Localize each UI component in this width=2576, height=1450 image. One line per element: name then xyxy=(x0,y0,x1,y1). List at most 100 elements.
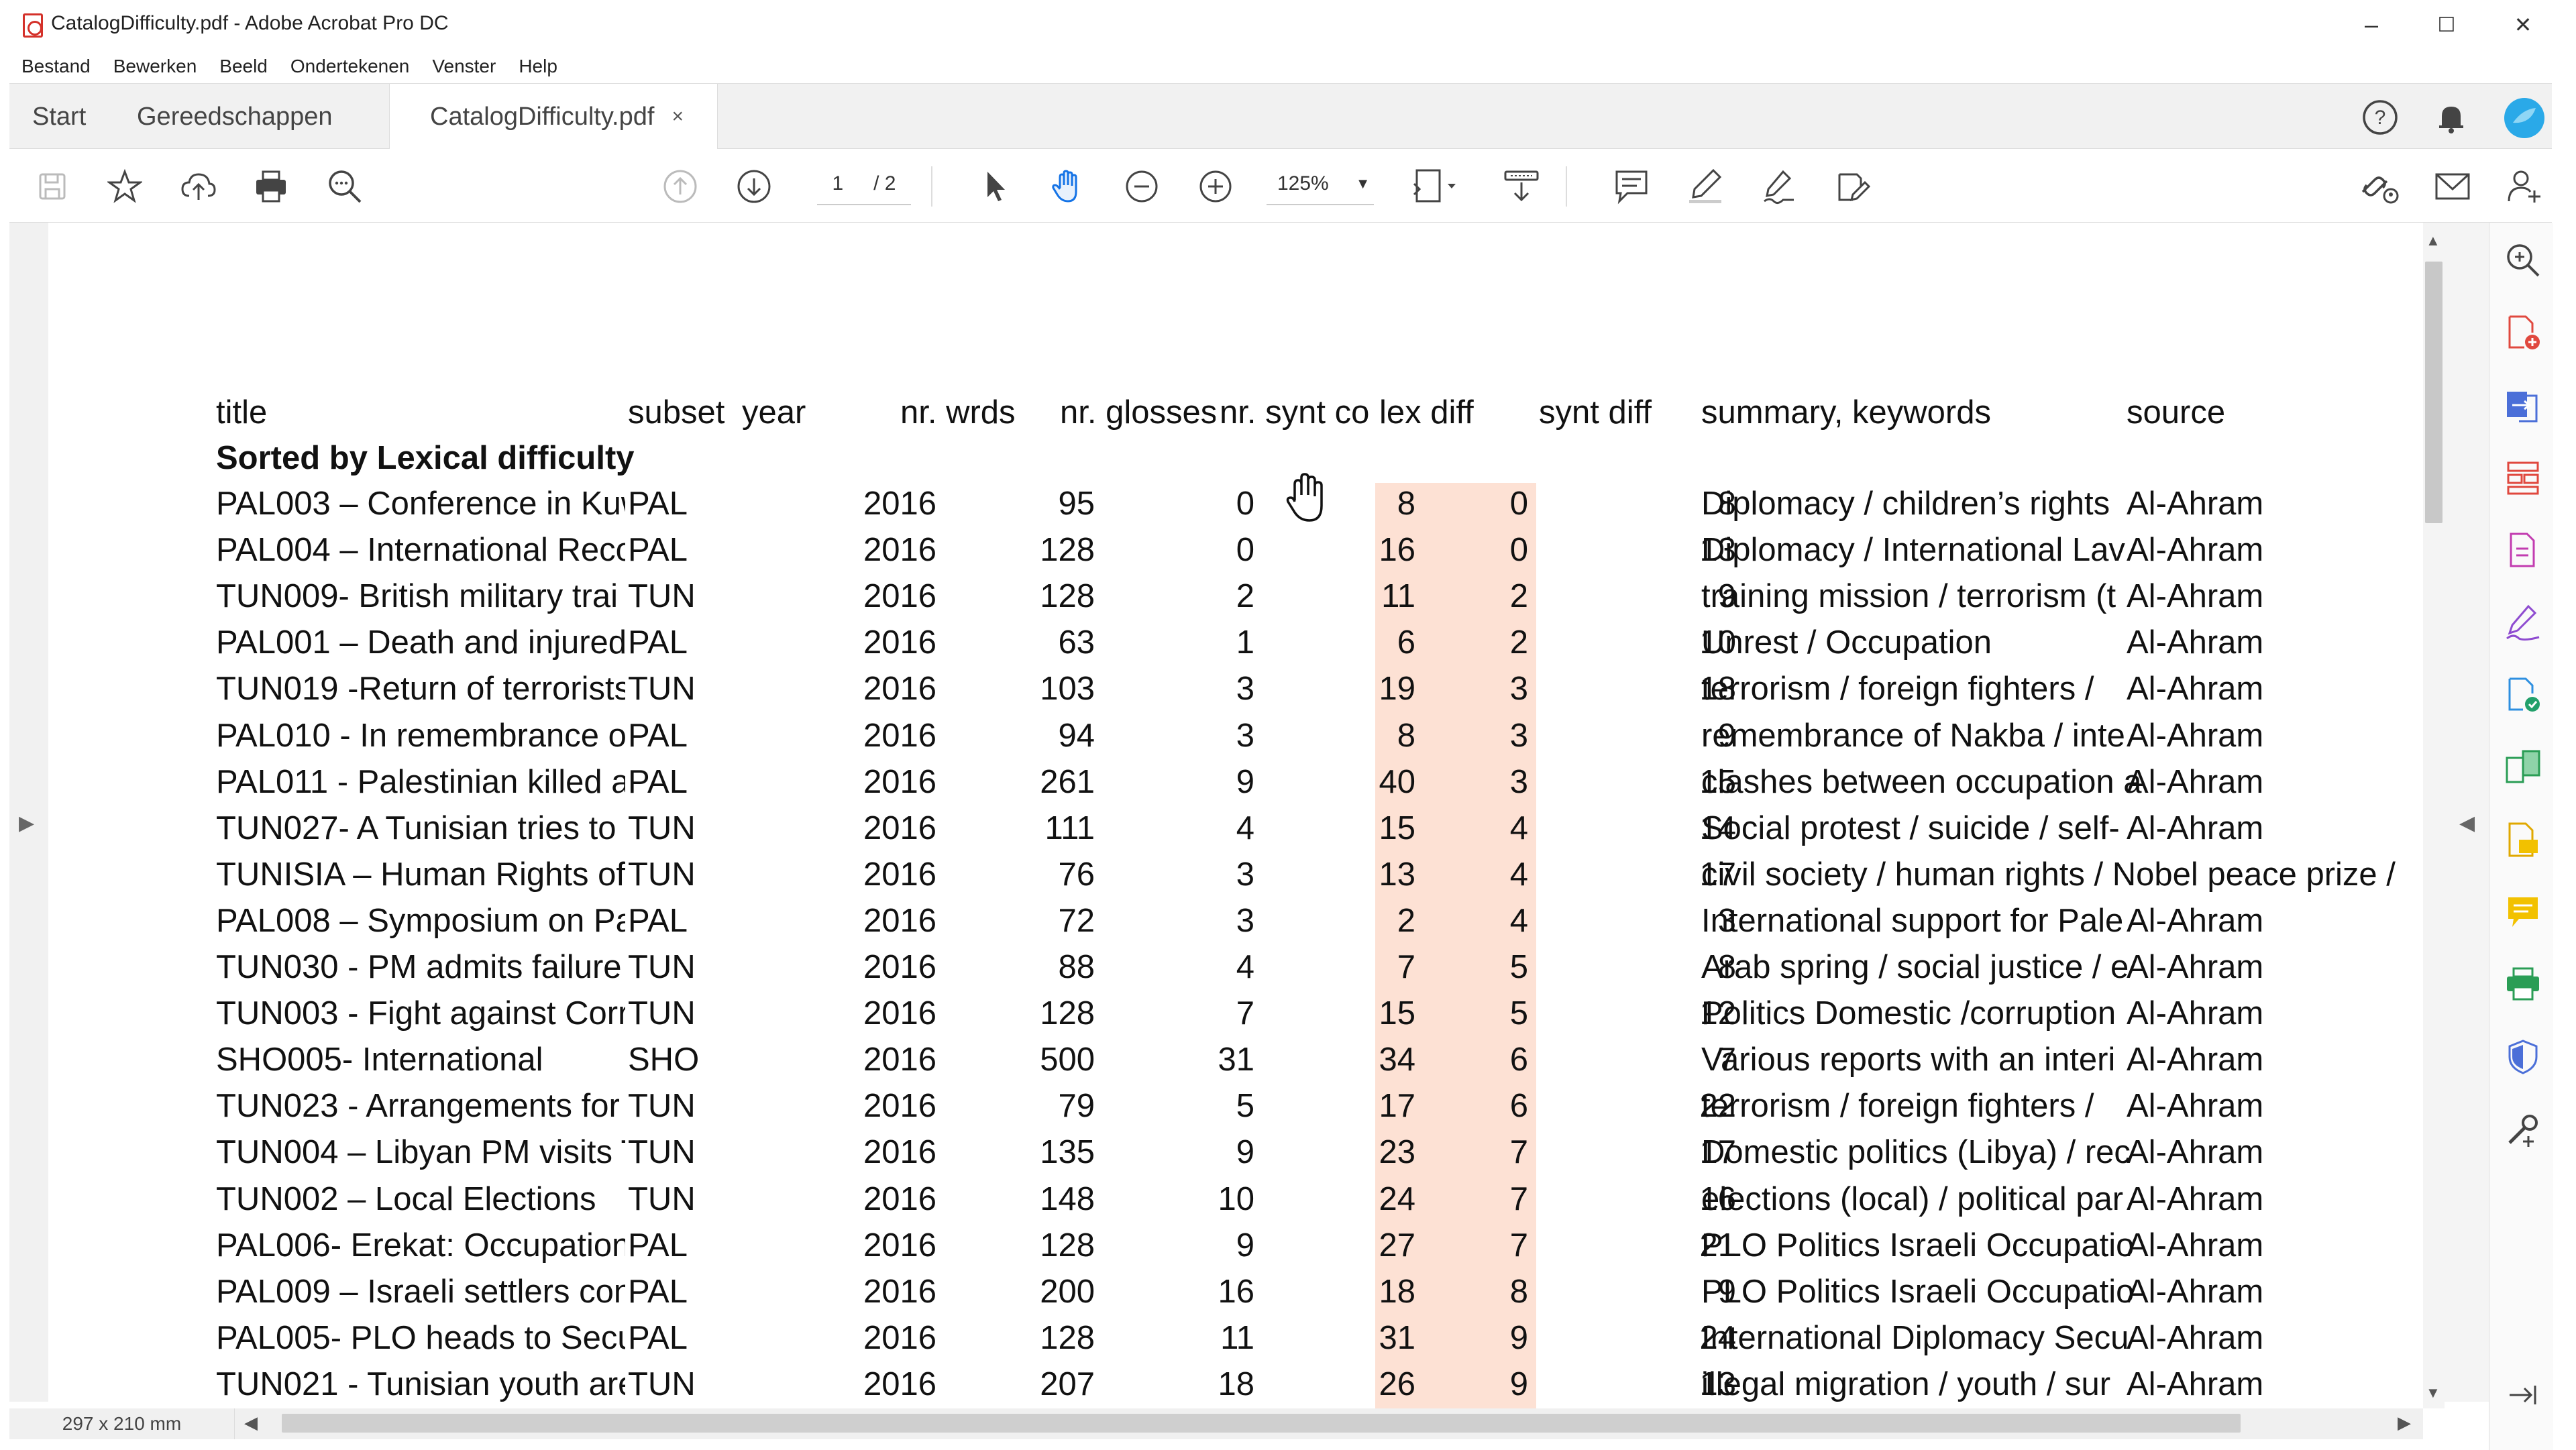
table-cell-source: Al-Ahram xyxy=(2127,764,2264,800)
table-cell-subset: PAL xyxy=(628,624,688,661)
bell-icon[interactable] xyxy=(2432,99,2470,136)
maximize-button[interactable]: ☐ xyxy=(2410,7,2483,43)
menu-venster[interactable]: Venster xyxy=(432,56,496,77)
fill-sign-icon[interactable] xyxy=(2504,604,2542,641)
save-icon[interactable] xyxy=(34,168,71,205)
menu-help[interactable]: Help xyxy=(519,56,557,77)
star-icon[interactable] xyxy=(106,168,144,205)
organize-pages-icon[interactable] xyxy=(2504,459,2542,496)
table-cell-subset: PAL xyxy=(628,718,688,754)
table-cell-source: Al-Ahram xyxy=(2127,1366,2264,1402)
export-pdf-icon[interactable] xyxy=(2504,386,2542,424)
share-link-icon[interactable] xyxy=(2356,168,2403,205)
zoom-level-select[interactable]: 125% ▼ xyxy=(1267,164,1374,205)
table-cell-nr-words: 103 xyxy=(1040,671,1095,707)
right-panel-toggle-icon[interactable]: ◀ xyxy=(2459,812,2475,835)
table-cell-subset: TUN xyxy=(628,810,696,846)
cloud-upload-icon[interactable] xyxy=(180,168,217,205)
table-cell-title: PAL011 - Palestinian killed a xyxy=(216,764,625,800)
zoom-in-icon[interactable] xyxy=(1197,168,1234,205)
page-current[interactable]: 1 xyxy=(832,172,843,195)
account-avatar[interactable] xyxy=(2504,97,2545,139)
close-window-button[interactable]: ✕ xyxy=(2486,7,2560,43)
zoom-out-icon[interactable] xyxy=(1123,168,1161,205)
column-header-summary-keywords: summary, keywords xyxy=(1701,394,1992,431)
table-cell-title: TUN004 – Libyan PM visits T xyxy=(216,1134,625,1170)
scroll-right-arrow-icon[interactable]: ▶ xyxy=(2398,1412,2411,1433)
table-cell-subset: PAL xyxy=(628,486,688,522)
table-cell-year: 2016 xyxy=(863,764,936,800)
help-icon[interactable]: ? xyxy=(2361,99,2399,136)
table-cell-summary-keywords: Diplomacy / children’s rights xyxy=(1701,486,2110,522)
protect-shield-icon[interactable] xyxy=(2504,1038,2542,1076)
table-cell-title: PAL009 – Israeli settlers con xyxy=(216,1274,625,1310)
comment-icon[interactable] xyxy=(1613,168,1650,205)
scroll-left-arrow-icon[interactable]: ◀ xyxy=(244,1412,258,1433)
table-cell-summary-keywords: elections (local) / political par xyxy=(1701,1181,2124,1217)
compare-files-icon[interactable] xyxy=(2504,748,2542,786)
highlight-pen-icon[interactable] xyxy=(1686,168,1724,205)
search-icon[interactable] xyxy=(326,168,364,205)
table-cell-nr-words: 95 xyxy=(1058,486,1095,522)
table-cell-nr-words: 76 xyxy=(1058,856,1095,893)
print-production-icon[interactable] xyxy=(2504,966,2542,1003)
table-cell-subset: PAL xyxy=(628,764,688,800)
tab-close-button[interactable]: × xyxy=(672,105,684,128)
table-cell-summary-keywords: illegal migration / youth / sur xyxy=(1701,1366,2111,1402)
table-cell-year: 2016 xyxy=(863,624,936,661)
edit-pdf-icon[interactable] xyxy=(1834,168,1872,205)
tab-start[interactable]: Start xyxy=(32,84,86,150)
comment-panel-icon[interactable] xyxy=(2504,821,2542,858)
vertical-scroll-thumb[interactable] xyxy=(2425,262,2443,523)
zoom-search-icon[interactable] xyxy=(2504,241,2542,279)
table-cell-lex-diff: 8 xyxy=(1509,1274,1528,1310)
send-for-signature-icon[interactable] xyxy=(2504,676,2542,714)
table-cell-subset: TUN xyxy=(628,995,696,1031)
add-user-icon[interactable] xyxy=(2506,168,2544,205)
table-cell-source: Al-Ahram xyxy=(2127,486,2264,522)
table-cell-title: PAL004 – International Reco xyxy=(216,532,625,568)
table-cell-subset: PAL xyxy=(628,532,688,568)
edit-document-icon[interactable] xyxy=(2504,531,2542,569)
page-number-field[interactable]: 1 / 2 xyxy=(817,164,911,205)
fit-page-icon[interactable] xyxy=(1413,168,1460,205)
menu-bewerken[interactable]: Bewerken xyxy=(113,56,197,77)
create-pdf-icon[interactable] xyxy=(2504,314,2542,351)
table-cell-title: TUN019 -Return of terrorists xyxy=(216,671,625,707)
collapse-panel-icon[interactable] xyxy=(2504,1376,2542,1414)
menu-ondertekenen[interactable]: Ondertekenen xyxy=(290,56,409,77)
scroll-mode-icon[interactable] xyxy=(1503,168,1540,205)
table-cell-nr-glosses: 0 xyxy=(1236,532,1254,568)
table-cell-year: 2016 xyxy=(863,532,936,568)
scroll-up-arrow-icon[interactable]: ▲ xyxy=(2426,232,2440,249)
comments-icon[interactable] xyxy=(2504,893,2542,931)
minimize-button[interactable]: – xyxy=(2334,7,2408,43)
sign-icon[interactable] xyxy=(1760,168,1798,205)
table-cell-nr-words: 88 xyxy=(1058,949,1095,985)
hand-tool-icon[interactable] xyxy=(1049,168,1087,205)
table-cell-nr-words: 111 xyxy=(1044,810,1095,846)
table-cell-nr-glosses: 2 xyxy=(1236,578,1254,614)
column-header-title: title xyxy=(216,394,268,431)
table-cell-nr-words: 128 xyxy=(1040,532,1095,568)
tab-bar: Start Gereedschappen CatalogDifficulty.p… xyxy=(9,83,2552,150)
table-cell-nr-glosses: 3 xyxy=(1236,671,1254,707)
email-icon[interactable] xyxy=(2434,168,2471,205)
title-bar: CatalogDifficulty.pdf - Adobe Acrobat Pr… xyxy=(0,0,2576,50)
table-cell-source: Al-Ahram xyxy=(2127,1227,2264,1264)
left-panel-toggle-icon[interactable]: ▶ xyxy=(19,812,34,835)
select-pointer-icon[interactable] xyxy=(975,168,1013,205)
tab-tools[interactable]: Gereedschappen xyxy=(137,84,333,150)
next-page-icon[interactable] xyxy=(735,168,773,205)
menu-bestand[interactable]: Bestand xyxy=(21,56,91,77)
print-icon[interactable] xyxy=(252,168,290,205)
scroll-down-arrow-icon[interactable]: ▼ xyxy=(2426,1384,2440,1402)
more-tools-icon[interactable] xyxy=(2504,1111,2542,1148)
horizontal-scroll-thumb[interactable] xyxy=(282,1414,2241,1433)
zoom-level-value: 125% xyxy=(1277,172,1329,194)
table-cell-subset: PAL xyxy=(628,1320,688,1356)
tab-document[interactable]: CatalogDifficulty.pdf × xyxy=(389,84,718,150)
right-tools-panel xyxy=(2489,223,2553,1450)
previous-page-icon[interactable] xyxy=(661,168,699,205)
menu-beeld[interactable]: Beeld xyxy=(219,56,268,77)
